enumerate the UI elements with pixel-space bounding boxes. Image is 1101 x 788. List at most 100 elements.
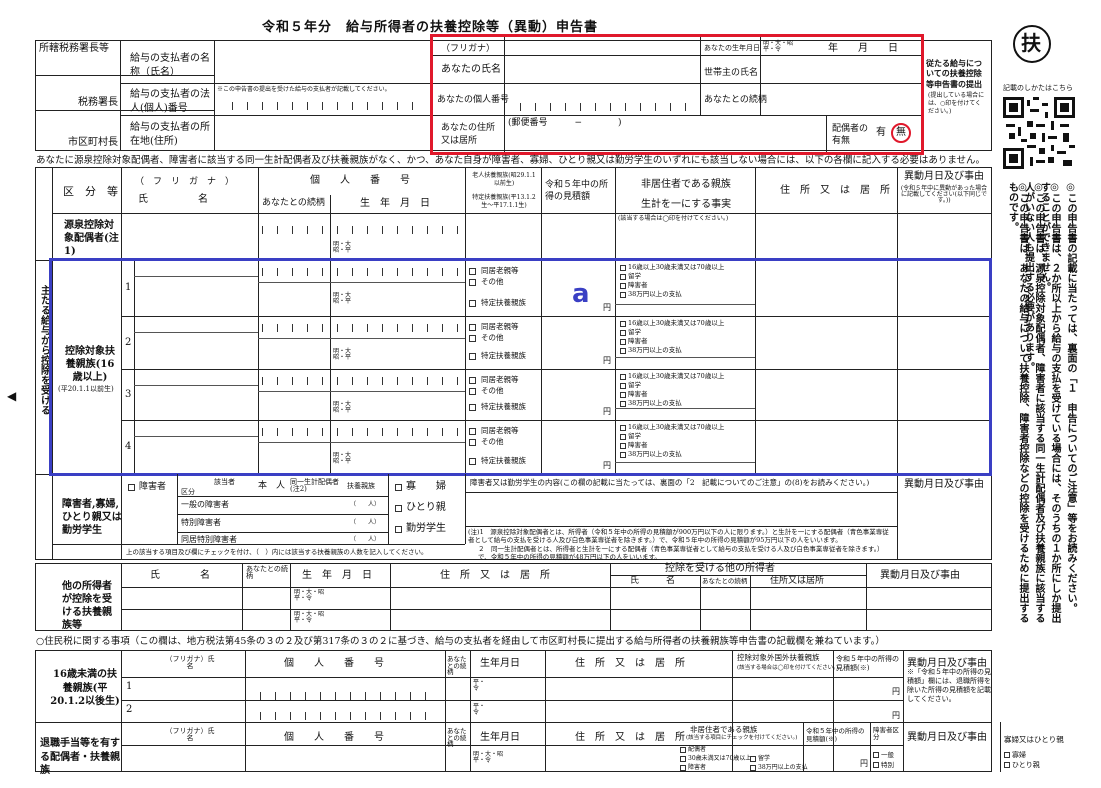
- resident-opt-spouse: 配偶者: [688, 746, 707, 753]
- c-gaito: 該当者: [214, 478, 235, 486]
- resident-tokubetsu-checkbox[interactable]: [873, 762, 879, 768]
- col-zokugara: あなたとの続柄: [262, 198, 325, 208]
- c-handicap-checkbox[interactable]: [128, 484, 135, 491]
- payer-number-label: 給与の支払者の法人(個人)番号: [130, 89, 210, 114]
- payer-number-note: ※この申告書の提出を受けた給与の支払者が記載してください。: [217, 86, 391, 93]
- qr-code-icon[interactable]: [1003, 97, 1075, 169]
- resident-era-1[interactable]: 平・令: [473, 680, 485, 692]
- c-widow-checkbox[interactable]: [395, 484, 402, 491]
- resident-yen-1: 円: [892, 687, 900, 696]
- resident-birth-2: 生年月日: [480, 732, 520, 743]
- furigana-label: （フリガナ）: [441, 44, 496, 54]
- notice-text: あなたに源泉控除対象配偶者、障害者に該当する同一生計配偶者及び扶養親族がなく、か…: [36, 155, 986, 166]
- side-note: 従たる給与についての扶養控除等申告書の提出: [926, 58, 982, 89]
- resident-single-checkbox[interactable]: [1004, 762, 1010, 768]
- resident-opt-age-checkbox[interactable]: [680, 756, 686, 762]
- c-nin-1[interactable]: （ 人）: [350, 502, 380, 508]
- resident-opt-spouse-checkbox[interactable]: [680, 747, 686, 753]
- c-widow: 寡 婦: [406, 481, 446, 492]
- resident-asterisk-note: ※「令和５年中の所得の見積額」欄には、退職所得を除いた所得の見積額を記載してくだ…: [907, 668, 991, 704]
- d-o-name: 氏 名: [630, 576, 676, 586]
- row-a-label: 源泉控除対象配偶者(注1): [64, 220, 119, 257]
- row-a-number-digits[interactable]: [262, 222, 462, 234]
- row-a-era[interactable]: 明・大昭・平: [333, 242, 353, 254]
- resident-widow-single: 寡婦又はひとり親: [1004, 735, 1064, 744]
- relation-label: あなたとの続柄: [704, 95, 767, 105]
- resident-kojin-2: 個 人 番 号: [284, 732, 384, 743]
- resident-opt-study-checkbox[interactable]: [750, 756, 756, 762]
- resident-ippan: 一般: [881, 751, 894, 759]
- resident-address-2: 住 所 又 は 居 所: [575, 732, 685, 743]
- spouse-none[interactable]: 無: [896, 128, 906, 138]
- c-fuyou: 扶養親族: [347, 482, 375, 490]
- resident-widow: 寡婦: [1012, 751, 1026, 759]
- d-o-zoku: あなたとの続柄: [702, 577, 748, 585]
- resident-income-2: 令和５年中の所得の見積額(※): [806, 727, 865, 744]
- resident-birth-1: 生年月日: [480, 658, 520, 669]
- payer-number-digits[interactable]: [232, 98, 422, 110]
- right-note-4: ◎この申告書の記載に当たっては、裏面の「１ 申告についてのご注意」等をお読みくだ…: [1065, 182, 1076, 613]
- c-single-checkbox[interactable]: [395, 505, 402, 512]
- form-title: 令和５年分 給与所得者の扶養控除等（異動）申告書: [262, 20, 599, 35]
- resident-opt-handi: 障害者: [688, 764, 707, 771]
- c-note-2: ２ 同一生計配偶者とは、所得者と生計を一にする配偶者（青色事業専従者として給与の…: [478, 545, 884, 562]
- main-side-label: 主たる給与から控除を受ける: [38, 285, 50, 415]
- d-zoku: あなたとの続柄: [246, 565, 288, 580]
- row-c-label: 障害者,寡婦,ひとり親又は勤労学生: [62, 499, 122, 536]
- resident-furi-2: （フリガナ）氏 名: [165, 727, 229, 742]
- col-kubun: 区 分 等: [63, 185, 118, 198]
- resident-era-2[interactable]: 平・令: [473, 704, 485, 716]
- col-income: 令和５年中の所得の見積額: [545, 180, 609, 202]
- resident-opt-pay-checkbox[interactable]: [750, 765, 756, 771]
- resident-retire: 退職手当等を有する配偶者・扶養親族: [40, 738, 120, 776]
- col-specific: 特定扶養親族(平13.1.2生〜平17.1.1生): [472, 194, 536, 209]
- c-note-1: (注)1 源泉控除対象配偶者とは、所得者（令和５年中の所得の見積額が900万円以…: [468, 528, 889, 545]
- c-student: 勤労学生: [406, 523, 446, 534]
- your-name-label: あなたの氏名: [441, 64, 501, 75]
- resident-opt-handi-checkbox[interactable]: [680, 765, 686, 771]
- c-detail: 障害者又は勤労学生の内容(この欄の記載に当たっては、裏面の「2 記載についてのご…: [470, 478, 870, 487]
- resident-kojin-1: 個 人 番 号: [284, 658, 384, 669]
- resident-single: ひとり親: [1012, 761, 1040, 769]
- c-bottom-note: 上の該当する項目及び欄にチェックを付け、（ ）内には該当する扶養親族の人数を記入…: [126, 548, 428, 556]
- resident-nonres: 非居住者である親族: [690, 725, 758, 734]
- resident-opt-study: 留学: [758, 755, 771, 762]
- your-address-label: あなたの住所又は居所: [441, 123, 496, 146]
- row-a-note: (該当する場合は◯印を付けてください。): [618, 215, 729, 222]
- col-elderly: 老人扶養親族(昭29.1.1以前生): [472, 172, 536, 187]
- col-change-note: (令和５年中に異動があった場合に記載してください(以下同じです。)): [900, 185, 988, 204]
- resident-number-digits-1[interactable]: [260, 688, 440, 700]
- c-nin-3[interactable]: （ 人）: [350, 537, 380, 543]
- tax-office-label: 税務署長: [78, 97, 118, 108]
- birth-label: あなたの生年月日: [704, 44, 760, 52]
- postal-code[interactable]: (郵便番号 − ): [508, 119, 622, 128]
- right-note-3: ◎この申告書は、２か所以上から給与の支払を受けている場合には、そのうちの１か所に…: [1038, 182, 1061, 623]
- d-label: 他の所得者が控除を受ける扶養親族等: [62, 581, 112, 631]
- your-number-digits[interactable]: [520, 99, 698, 111]
- d-era-2[interactable]: 明・大・昭平・令: [294, 612, 334, 624]
- birth-ymd[interactable]: 年 月 日: [828, 44, 898, 54]
- resident-opt-age: 30歳未満又は70歳以上: [688, 755, 752, 762]
- d-era-1[interactable]: 明・大・昭平・令: [294, 590, 334, 602]
- resident-address-1: 住 所 又 は 居 所: [575, 658, 685, 669]
- resident-u16: 16歳未満の扶養親族(平20.1.2以後生): [50, 669, 120, 707]
- c-handicap: 障害者: [139, 482, 167, 492]
- c-nin-2[interactable]: （ 人）: [350, 520, 380, 526]
- resident-widow-checkbox[interactable]: [1004, 752, 1010, 758]
- c-student-checkbox[interactable]: [395, 526, 402, 533]
- resident-number-digits-2[interactable]: [260, 708, 440, 720]
- your-name-field[interactable]: [505, 56, 699, 82]
- spouse-have[interactable]: 有: [876, 128, 886, 138]
- col-nonres: 非居住者である親族: [641, 179, 731, 190]
- resident-income-1: 令和５年中の所得の見積額(※): [836, 655, 899, 673]
- birth-era[interactable]: 明・大・昭平・令: [763, 41, 793, 53]
- c-same: 同一生計配偶者(注2): [290, 478, 339, 493]
- resident-era-3[interactable]: 明・大・昭平・令: [473, 752, 503, 764]
- payer-address-label: 給与の支払者の所在地(住所): [130, 122, 210, 147]
- col-birth: 生 年 月 日: [360, 198, 430, 209]
- resident-ippan-checkbox[interactable]: [873, 752, 879, 758]
- resident-tokubetsu: 特別: [881, 761, 894, 769]
- c-general: 一般の障害者: [181, 500, 229, 509]
- col-kojin: 個 人 番 号: [310, 175, 410, 186]
- col-address: 住 所 又 は 居 所: [780, 185, 890, 196]
